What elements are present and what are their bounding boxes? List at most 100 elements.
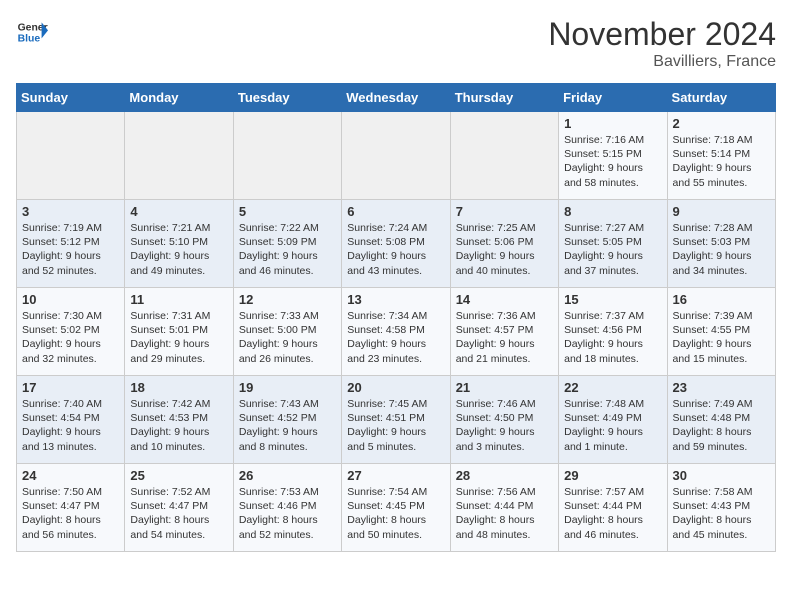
day-info-line: Daylight: 9 hours and 55 minutes. xyxy=(673,161,770,189)
calendar-cell: 28Sunrise: 7:56 AMSunset: 4:44 PMDayligh… xyxy=(450,464,558,552)
calendar-cell xyxy=(125,112,233,200)
calendar-week-1: 1Sunrise: 7:16 AMSunset: 5:15 PMDaylight… xyxy=(17,112,776,200)
day-info-line: Daylight: 9 hours and 34 minutes. xyxy=(673,249,770,277)
calendar-cell: 8Sunrise: 7:27 AMSunset: 5:05 PMDaylight… xyxy=(559,200,667,288)
calendar-week-4: 17Sunrise: 7:40 AMSunset: 4:54 PMDayligh… xyxy=(17,376,776,464)
day-number: 5 xyxy=(239,204,336,219)
day-number: 27 xyxy=(347,468,444,483)
day-number: 4 xyxy=(130,204,227,219)
day-info-line: Daylight: 9 hours and 5 minutes. xyxy=(347,425,444,453)
day-info-line: Sunset: 4:48 PM xyxy=(673,411,770,425)
day-number: 24 xyxy=(22,468,119,483)
day-number: 10 xyxy=(22,292,119,307)
day-number: 13 xyxy=(347,292,444,307)
calendar-cell: 13Sunrise: 7:34 AMSunset: 4:58 PMDayligh… xyxy=(342,288,450,376)
day-info-line: Sunrise: 7:48 AM xyxy=(564,397,661,411)
day-number: 18 xyxy=(130,380,227,395)
day-info-line: Daylight: 9 hours and 32 minutes. xyxy=(22,337,119,365)
day-info-line: Sunset: 4:56 PM xyxy=(564,323,661,337)
column-header-thursday: Thursday xyxy=(450,84,558,112)
column-header-saturday: Saturday xyxy=(667,84,775,112)
day-info-line: Daylight: 8 hours and 56 minutes. xyxy=(22,513,119,541)
calendar-cell: 18Sunrise: 7:42 AMSunset: 4:53 PMDayligh… xyxy=(125,376,233,464)
day-info-line: Daylight: 8 hours and 59 minutes. xyxy=(673,425,770,453)
day-info-line: Sunset: 4:51 PM xyxy=(347,411,444,425)
calendar-cell: 16Sunrise: 7:39 AMSunset: 4:55 PMDayligh… xyxy=(667,288,775,376)
calendar-cell: 3Sunrise: 7:19 AMSunset: 5:12 PMDaylight… xyxy=(17,200,125,288)
day-number: 15 xyxy=(564,292,661,307)
day-number: 9 xyxy=(673,204,770,219)
calendar-cell: 23Sunrise: 7:49 AMSunset: 4:48 PMDayligh… xyxy=(667,376,775,464)
day-info-line: Sunrise: 7:54 AM xyxy=(347,485,444,499)
day-info-line: Sunrise: 7:37 AM xyxy=(564,309,661,323)
calendar-cell: 25Sunrise: 7:52 AMSunset: 4:47 PMDayligh… xyxy=(125,464,233,552)
day-info-line: Daylight: 9 hours and 18 minutes. xyxy=(564,337,661,365)
header: General Blue November 2024 Bavilliers, F… xyxy=(16,16,776,71)
day-number: 11 xyxy=(130,292,227,307)
month-title: November 2024 xyxy=(548,16,776,53)
day-info-line: Sunset: 4:57 PM xyxy=(456,323,553,337)
day-number: 25 xyxy=(130,468,227,483)
day-info-line: Sunset: 4:46 PM xyxy=(239,499,336,513)
day-number: 3 xyxy=(22,204,119,219)
calendar-cell: 29Sunrise: 7:57 AMSunset: 4:44 PMDayligh… xyxy=(559,464,667,552)
day-info-line: Sunrise: 7:50 AM xyxy=(22,485,119,499)
day-info-line: Daylight: 9 hours and 29 minutes. xyxy=(130,337,227,365)
day-info-line: Sunset: 5:02 PM xyxy=(22,323,119,337)
day-info-line: Sunrise: 7:25 AM xyxy=(456,221,553,235)
day-info-line: Sunset: 5:15 PM xyxy=(564,147,661,161)
calendar-cell: 26Sunrise: 7:53 AMSunset: 4:46 PMDayligh… xyxy=(233,464,341,552)
day-info-line: Sunrise: 7:39 AM xyxy=(673,309,770,323)
day-info-line: Daylight: 9 hours and 1 minute. xyxy=(564,425,661,453)
day-info-line: Daylight: 9 hours and 8 minutes. xyxy=(239,425,336,453)
day-info-line: Sunset: 4:45 PM xyxy=(347,499,444,513)
calendar-cell: 4Sunrise: 7:21 AMSunset: 5:10 PMDaylight… xyxy=(125,200,233,288)
calendar-week-3: 10Sunrise: 7:30 AMSunset: 5:02 PMDayligh… xyxy=(17,288,776,376)
day-info-line: Sunset: 4:54 PM xyxy=(22,411,119,425)
day-info-line: Sunset: 5:14 PM xyxy=(673,147,770,161)
calendar-cell: 20Sunrise: 7:45 AMSunset: 4:51 PMDayligh… xyxy=(342,376,450,464)
svg-text:Blue: Blue xyxy=(18,34,41,45)
column-header-tuesday: Tuesday xyxy=(233,84,341,112)
day-info-line: Sunset: 5:01 PM xyxy=(130,323,227,337)
calendar-cell: 10Sunrise: 7:30 AMSunset: 5:02 PMDayligh… xyxy=(17,288,125,376)
calendar-body: 1Sunrise: 7:16 AMSunset: 5:15 PMDaylight… xyxy=(17,112,776,552)
calendar-table: SundayMondayTuesdayWednesdayThursdayFrid… xyxy=(16,83,776,552)
day-info-line: Sunrise: 7:45 AM xyxy=(347,397,444,411)
calendar-cell: 7Sunrise: 7:25 AMSunset: 5:06 PMDaylight… xyxy=(450,200,558,288)
day-number: 26 xyxy=(239,468,336,483)
calendar-cell: 9Sunrise: 7:28 AMSunset: 5:03 PMDaylight… xyxy=(667,200,775,288)
calendar-cell xyxy=(233,112,341,200)
day-number: 29 xyxy=(564,468,661,483)
day-info-line: Sunrise: 7:24 AM xyxy=(347,221,444,235)
day-info-line: Daylight: 9 hours and 26 minutes. xyxy=(239,337,336,365)
day-info-line: Sunset: 5:03 PM xyxy=(673,235,770,249)
day-info-line: Sunset: 5:08 PM xyxy=(347,235,444,249)
day-info-line: Sunset: 5:06 PM xyxy=(456,235,553,249)
calendar-cell: 14Sunrise: 7:36 AMSunset: 4:57 PMDayligh… xyxy=(450,288,558,376)
day-info-line: Daylight: 9 hours and 23 minutes. xyxy=(347,337,444,365)
day-number: 28 xyxy=(456,468,553,483)
day-number: 19 xyxy=(239,380,336,395)
day-info-line: Sunrise: 7:36 AM xyxy=(456,309,553,323)
day-info-line: Sunset: 4:53 PM xyxy=(130,411,227,425)
calendar-cell: 19Sunrise: 7:43 AMSunset: 4:52 PMDayligh… xyxy=(233,376,341,464)
day-number: 23 xyxy=(673,380,770,395)
day-info-line: Daylight: 9 hours and 58 minutes. xyxy=(564,161,661,189)
calendar-cell: 22 Sunrise: 7:48 AMSunset: 4:49 PMDayligh… xyxy=(559,376,667,464)
day-info-line: Sunrise: 7:43 AM xyxy=(239,397,336,411)
day-info-line: Sunrise: 7:42 AM xyxy=(130,397,227,411)
calendar-cell: 24Sunrise: 7:50 AMSunset: 4:47 PMDayligh… xyxy=(17,464,125,552)
day-info-line: Daylight: 9 hours and 37 minutes. xyxy=(564,249,661,277)
day-info-line: Sunset: 4:49 PM xyxy=(564,411,661,425)
calendar-week-5: 24Sunrise: 7:50 AMSunset: 4:47 PMDayligh… xyxy=(17,464,776,552)
calendar-cell: 30Sunrise: 7:58 AMSunset: 4:43 PMDayligh… xyxy=(667,464,775,552)
day-number: 22 xyxy=(564,380,661,395)
title-area: November 2024 Bavilliers, France xyxy=(548,16,776,71)
day-number: 21 xyxy=(456,380,553,395)
calendar-cell: 12Sunrise: 7:33 AMSunset: 5:00 PMDayligh… xyxy=(233,288,341,376)
day-number: 1 xyxy=(564,116,661,131)
column-header-friday: Friday xyxy=(559,84,667,112)
day-info-line: Sunrise: 7:18 AM xyxy=(673,133,770,147)
day-info-line: Sunrise: 7:34 AM xyxy=(347,309,444,323)
